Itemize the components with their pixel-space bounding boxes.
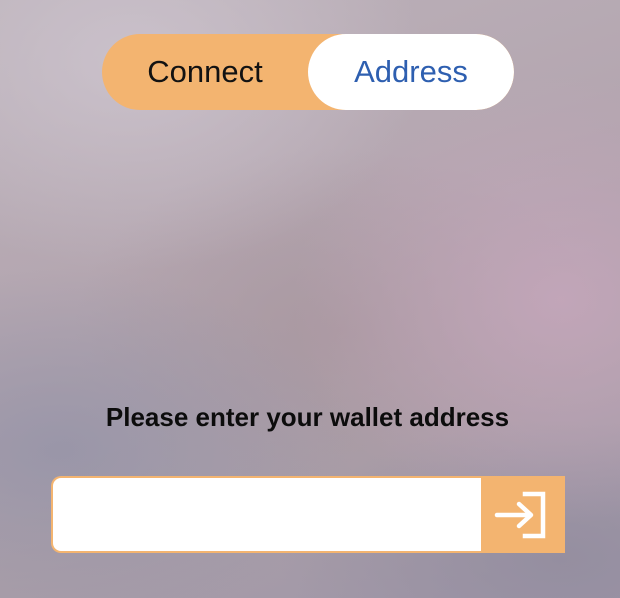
wallet-address-input[interactable] (51, 476, 483, 553)
tab-connect[interactable]: Connect (102, 34, 308, 110)
wallet-address-prompt: Please enter your wallet address (105, 402, 510, 432)
mode-toggle: Connect Address (102, 34, 514, 110)
tab-address[interactable]: Address (308, 34, 514, 110)
submit-address-button[interactable] (481, 476, 565, 553)
login-arrow-icon (494, 491, 546, 538)
address-input-group (51, 476, 565, 553)
